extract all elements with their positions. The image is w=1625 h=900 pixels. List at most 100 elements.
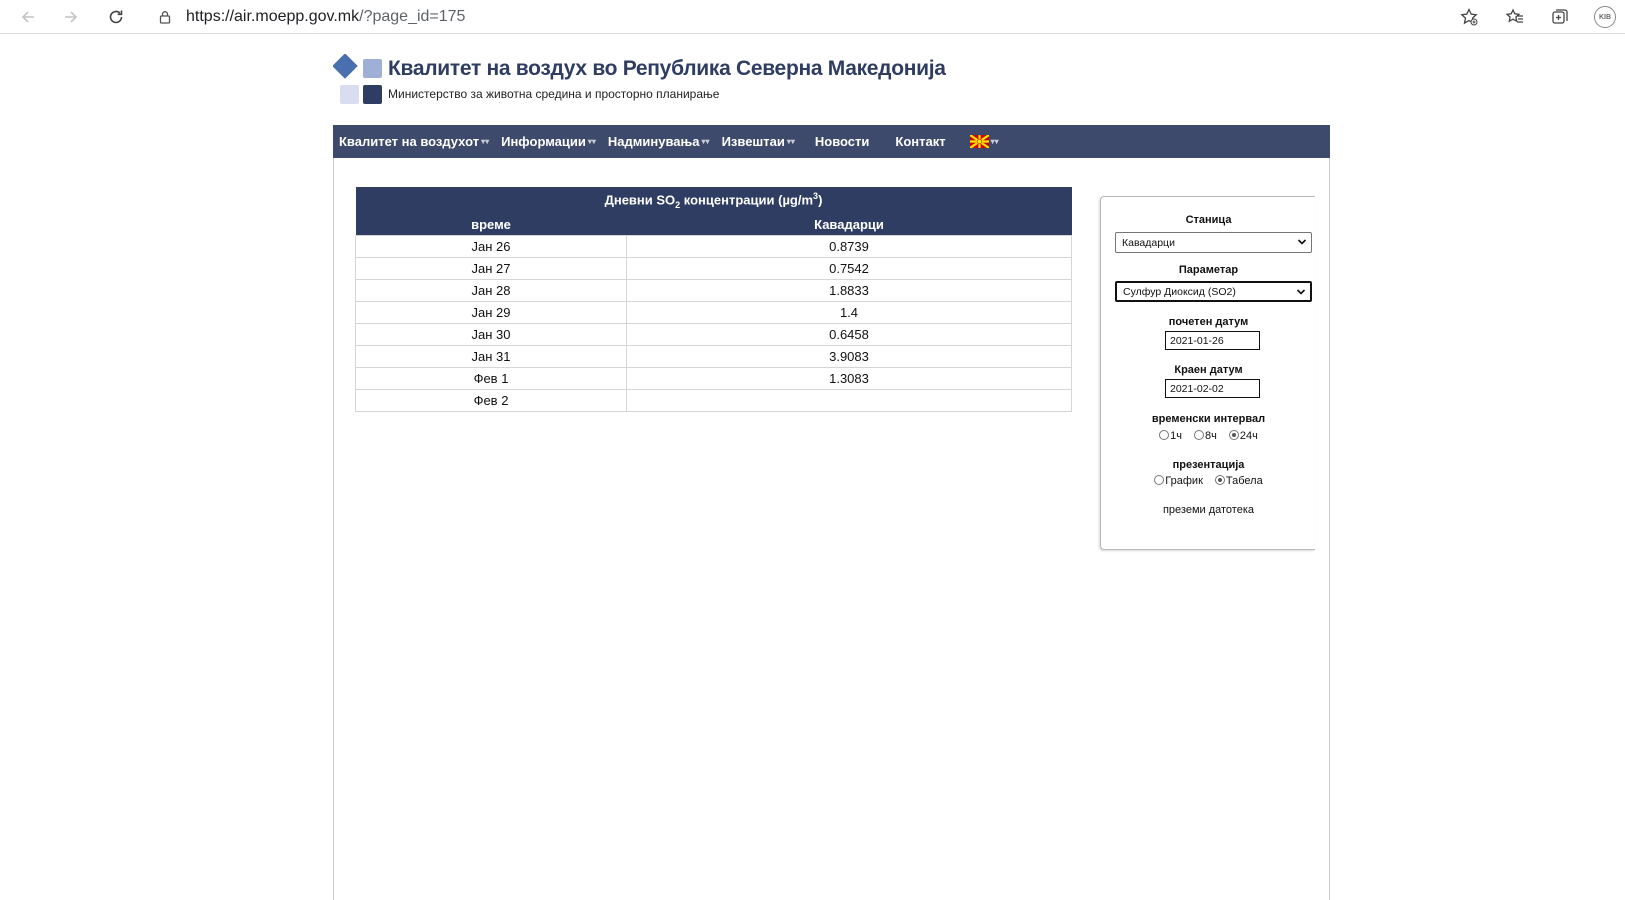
menu-item-contact[interactable]: Контакт	[887, 125, 945, 158]
browser-toolbar: https://air.moepp.gov.mk/?page_id=175 KI…	[0, 0, 1625, 34]
site-title[interactable]: Квалитет на воздух во Република Северна …	[388, 57, 946, 81]
chevron-down-icon: ▾▾	[990, 137, 999, 146]
cell-time: Јан 27	[355, 257, 627, 280]
cell-time: Јан 26	[355, 235, 627, 258]
menu-item-information[interactable]: Информации ▾▾	[495, 125, 602, 158]
concentration-table: Дневни SO2 концентрации (µg/m3) време Ка…	[355, 187, 1072, 412]
cell-value: 1.3083	[626, 367, 1072, 390]
main-menu: Квалитет на воздухот ▾▾ Информации ▾▾ Надм…	[333, 125, 1330, 158]
cell-time: Јан 29	[355, 301, 627, 324]
menu-label: Извештаи	[721, 134, 785, 149]
radio-label: График	[1165, 475, 1203, 487]
menu-item-exceedances[interactable]: Надминувања ▾▾	[602, 125, 716, 158]
reload-icon[interactable]	[102, 4, 130, 30]
radio-label: Табела	[1225, 475, 1263, 487]
menu-item-news[interactable]: Новости	[801, 125, 870, 158]
menu-label: Надминувања	[607, 134, 700, 149]
chevron-down-icon: ▾▾	[786, 137, 795, 146]
presentation-radio-group: График Табела	[1101, 475, 1316, 487]
url-host: https://air.moepp.gov.mk	[186, 8, 360, 25]
add-favorite-icon[interactable]	[1457, 5, 1481, 29]
table-title-suffix: )	[818, 192, 823, 208]
address-bar[interactable]: https://air.moepp.gov.mk/?page_id=175	[144, 2, 1490, 32]
url-path: /?page_id=175	[359, 8, 466, 25]
filter-panel: Станица Кавадарци Параметар Сулфур Диокс…	[1100, 196, 1315, 550]
menu-label: Информации	[501, 134, 586, 149]
language-selector[interactable]: ▾▾	[964, 125, 1005, 158]
cell-time: Јан 30	[355, 323, 627, 346]
radio-label: 8ч	[1205, 430, 1217, 442]
site-logo[interactable]	[333, 54, 385, 106]
table-row: Јан 30 0.6458	[355, 323, 1072, 346]
station-select[interactable]: Кавадарци	[1115, 232, 1312, 253]
macedonia-flag-icon	[969, 135, 989, 148]
table-row: Јан 27 0.7542	[355, 257, 1072, 280]
parameter-select[interactable]: Сулфур Диоксид (SO2)	[1115, 281, 1312, 302]
cell-value: 0.8739	[626, 235, 1072, 258]
interval-option-8h[interactable]: 8ч	[1194, 430, 1217, 442]
table-title: Дневни SO2 концентрации (µg/m3)	[355, 187, 1072, 214]
chevron-down-icon	[1297, 239, 1307, 245]
favorites-icon[interactable]	[1503, 5, 1527, 29]
station-select-value: Кавадарци	[1122, 236, 1175, 249]
radio-button[interactable]	[1159, 430, 1170, 440]
chevron-down-icon: ▾▾	[587, 137, 596, 146]
url-text[interactable]: https://air.moepp.gov.mk/?page_id=175	[186, 8, 465, 26]
start-date-label: почетен датум	[1168, 316, 1249, 328]
table-row: Фев 2	[355, 389, 1072, 412]
menu-item-reports[interactable]: Извештаи ▾▾	[716, 125, 801, 158]
table-row: Јан 31 3.9083	[355, 345, 1072, 368]
site-subtitle: Министерство за животна средина и просто…	[388, 87, 720, 101]
parameter-select-value: Сулфур Диоксид (SO2)	[1123, 285, 1236, 298]
back-icon[interactable]	[14, 4, 42, 30]
table-body: Јан 26 0.8739 Јан 27 0.7542 Јан 28 1.8833 Јан …	[355, 235, 1072, 412]
cell-value: 1.4	[626, 301, 1072, 324]
lock-icon[interactable]	[158, 10, 172, 24]
presentation-label: презентација	[1172, 459, 1245, 471]
table-title-mid: концентрации (µg/m	[680, 192, 814, 208]
cell-value: 1.8833	[626, 279, 1072, 302]
cell-value: 3.9083	[626, 345, 1072, 368]
table-row: Јан 28 1.8833	[355, 279, 1072, 302]
radio-button[interactable]	[1214, 475, 1225, 485]
end-date-label: Краен датум	[1174, 364, 1243, 376]
chevron-down-icon: ▾▾	[701, 137, 710, 146]
cell-time: Фев 1	[355, 367, 627, 390]
menu-label: Квалитет на воздухот	[339, 134, 480, 149]
table-row: Фев 1 1.3083	[355, 367, 1072, 390]
menu-label: Контакт	[895, 134, 946, 149]
cell-value: 0.7542	[626, 257, 1072, 280]
chevron-down-icon: ▾▾	[481, 137, 490, 146]
download-file-link[interactable]: преземи датотека	[1101, 504, 1316, 516]
menu-item-air-quality[interactable]: Квалитет на воздухот ▾▾	[333, 125, 495, 158]
radio-button[interactable]	[1228, 430, 1239, 440]
menu-label: Новости	[814, 134, 870, 149]
radio-label: 1ч	[1170, 430, 1183, 442]
content-frame-left-border	[333, 158, 334, 900]
cell-time: Фев 2	[355, 389, 627, 412]
interval-option-24h[interactable]: 24ч	[1228, 430, 1258, 442]
table-row: Јан 26 0.8739	[355, 235, 1072, 258]
column-header-station: Кавадарци	[626, 214, 1072, 236]
forward-icon[interactable]	[57, 4, 85, 30]
radio-label: 24ч	[1239, 430, 1258, 442]
radio-button[interactable]	[1154, 475, 1165, 485]
cell-value: 0.6458	[626, 323, 1072, 346]
table-row: Јан 29 1.4	[355, 301, 1072, 324]
end-date-input[interactable]: 2021-02-02	[1165, 379, 1260, 398]
cell-time: Јан 31	[355, 345, 627, 368]
start-date-input[interactable]: 2021-01-26	[1165, 331, 1260, 350]
collections-icon[interactable]	[1548, 5, 1572, 29]
profile-avatar[interactable]: KIB	[1594, 6, 1616, 28]
content-frame-right-border	[1329, 158, 1330, 900]
interval-radio-group: 1ч 8ч 24ч	[1101, 430, 1316, 442]
interval-option-1h[interactable]: 1ч	[1159, 430, 1182, 442]
presentation-option-chart[interactable]: График	[1154, 475, 1203, 487]
interval-label: временски интервал	[1151, 413, 1266, 425]
chevron-down-icon	[1296, 289, 1306, 295]
radio-button[interactable]	[1194, 430, 1205, 440]
table-title-prefix: Дневни SO	[604, 192, 676, 208]
cell-time: Јан 28	[355, 279, 627, 302]
cell-value	[626, 389, 1072, 412]
presentation-option-table[interactable]: Табела	[1214, 475, 1263, 487]
